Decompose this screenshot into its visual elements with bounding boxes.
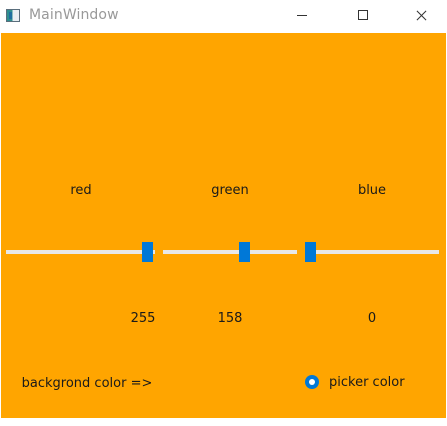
red-label: red	[70, 183, 92, 198]
red-slider-track[interactable]	[6, 250, 155, 254]
close-button[interactable]	[398, 0, 444, 32]
red-slider[interactable]	[6, 242, 155, 262]
background-color-label: backgrond color =>	[21, 376, 153, 391]
main-window: MainWindow red green blue 255 158 0 back…	[0, 0, 447, 426]
window-bottom-border	[0, 418, 447, 426]
picker-color-radio[interactable]: picker color	[305, 374, 405, 392]
app-window-icon	[6, 9, 20, 22]
red-slider-thumb[interactable]	[142, 242, 153, 262]
client-area	[1, 33, 446, 418]
blue-slider[interactable]	[305, 242, 439, 262]
green-label: green	[211, 183, 249, 198]
green-value: 158	[217, 311, 243, 326]
minimize-button[interactable]	[279, 0, 325, 32]
picker-color-label[interactable]: picker color	[329, 375, 405, 390]
blue-label: blue	[357, 183, 387, 198]
title-bar[interactable]: MainWindow	[0, 0, 447, 33]
blue-value: 0	[367, 311, 377, 326]
radio-checked-icon[interactable]	[305, 375, 319, 389]
red-value: 255	[130, 311, 156, 326]
window-title: MainWindow	[29, 7, 119, 23]
green-slider-track[interactable]	[163, 250, 297, 254]
blue-slider-track[interactable]	[305, 250, 439, 254]
green-slider-thumb[interactable]	[239, 242, 250, 262]
blue-slider-thumb[interactable]	[305, 242, 316, 262]
maximize-button[interactable]	[339, 0, 385, 32]
green-slider[interactable]	[163, 242, 297, 262]
